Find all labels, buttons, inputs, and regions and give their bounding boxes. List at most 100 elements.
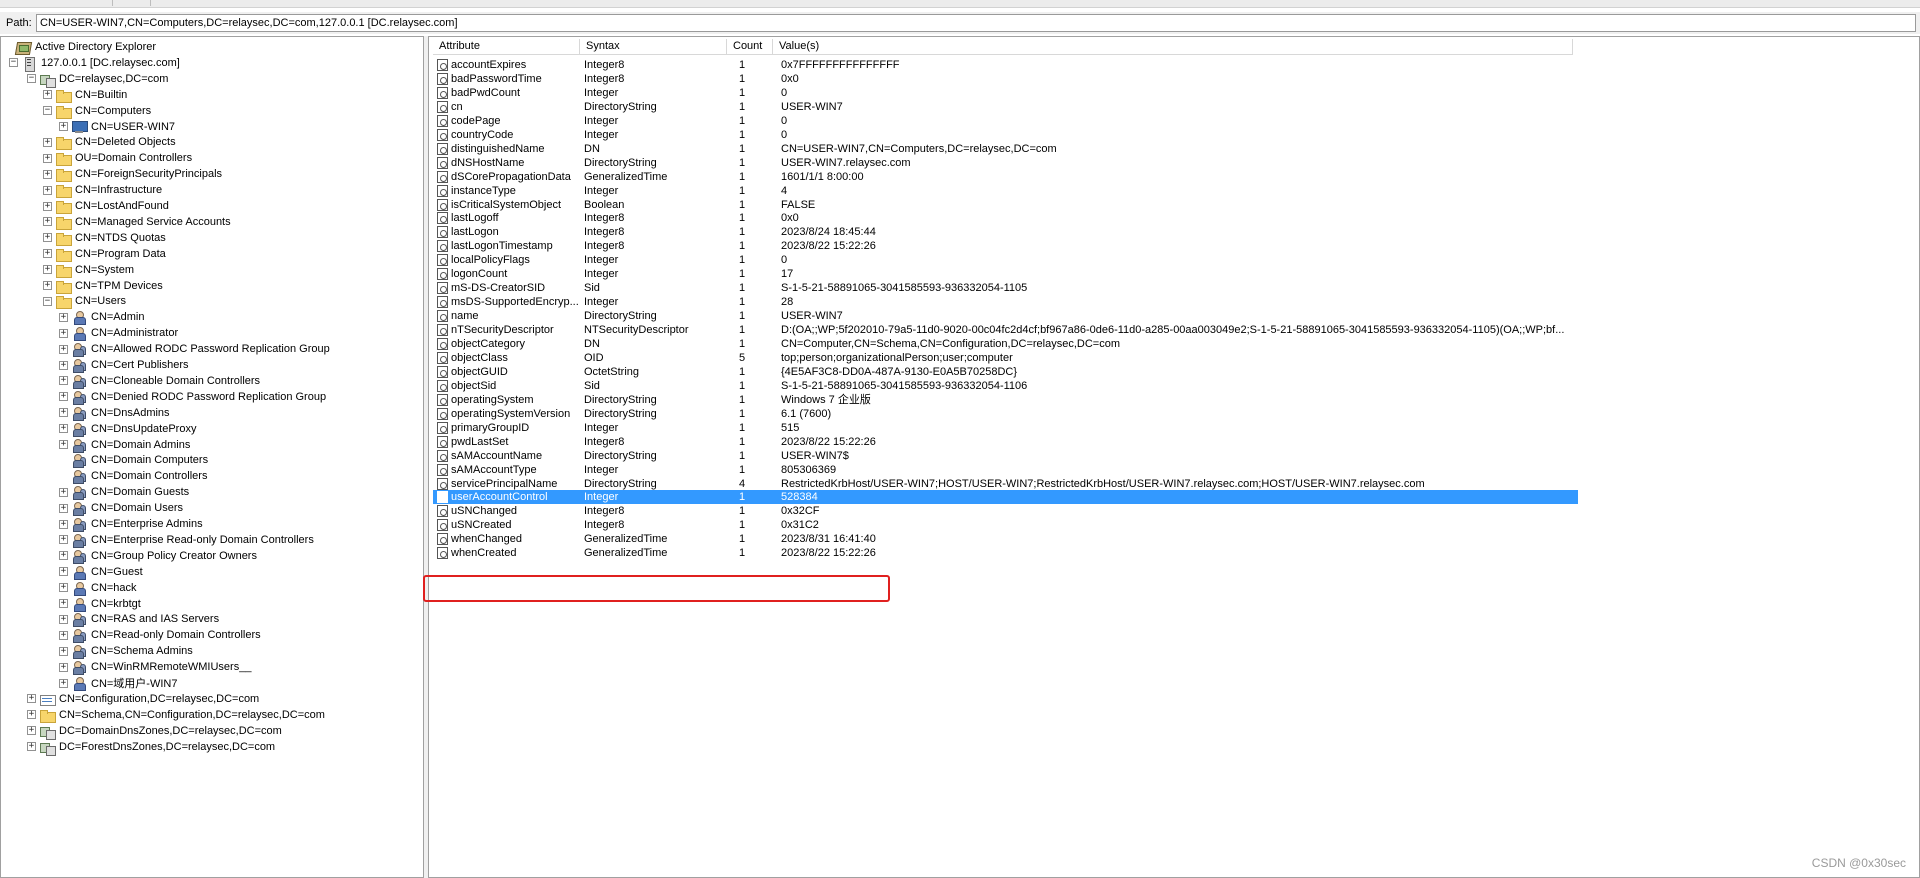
tree-item[interactable]: + CN=Allowed RODC Password Replication Gr… — [59, 341, 330, 358]
expand-icon[interactable]: + — [59, 392, 68, 402]
tree-item[interactable]: + CN=Denied RODC Password Replication Gro… — [59, 389, 326, 405]
tree-item[interactable]: + CN=Cert Publishers — [59, 357, 189, 373]
expand-icon[interactable]: + — [59, 662, 68, 672]
table-row[interactable]: badPwdCount Integer 1 0 — [433, 86, 1919, 100]
expand-icon[interactable]: + — [59, 535, 68, 545]
tree-item[interactable]: + CN=hack — [59, 580, 137, 596]
collapse-icon[interactable]: − — [9, 58, 18, 68]
expand-icon[interactable]: + — [43, 185, 52, 195]
expand-icon[interactable]: + — [59, 122, 68, 131]
path-input[interactable]: CN=USER-WIN7,CN=Computers,DC=relaysec,DC… — [36, 14, 1916, 32]
expand-icon[interactable]: + — [59, 312, 68, 322]
column-header-syntax[interactable]: Syntax — [580, 39, 727, 55]
table-row[interactable]: badPasswordTime Integer8 1 0x0 — [433, 72, 1919, 86]
table-row[interactable]: dNSHostName DirectoryString 1 USER-WIN7.rel… — [433, 156, 1919, 170]
table-row[interactable]: operatingSystemVersion DirectoryString 1 6.… — [433, 407, 1919, 421]
expand-icon[interactable]: + — [27, 694, 36, 704]
tree-item[interactable]: − 127.0.0.1 [DC.relaysec.com] — [9, 55, 180, 72]
table-row[interactable]: uSNChanged Integer8 1 0x32CF — [433, 504, 1919, 518]
table-row[interactable]: msDS-SupportedEncryp... Integer 1 28 — [433, 295, 1919, 309]
expand-icon[interactable]: + — [43, 169, 52, 179]
tree-item[interactable]: + CN=Enterprise Admins — [59, 516, 203, 532]
column-header-values[interactable]: Value(s) — [773, 39, 1573, 55]
expand-icon[interactable]: + — [27, 726, 36, 736]
expand-icon[interactable]: + — [59, 519, 68, 529]
tree-item[interactable]: CN=Domain Controllers — [59, 468, 207, 485]
column-header-attribute[interactable]: Attribute — [433, 39, 580, 55]
tree-item[interactable]: + CN=Infrastructure — [43, 182, 162, 199]
expand-icon[interactable]: + — [43, 90, 52, 100]
expand-icon[interactable]: + — [59, 440, 68, 449]
tree-item[interactable]: + CN=Schema Admins — [59, 643, 193, 660]
table-row[interactable]: codePage Integer 1 0 — [433, 114, 1919, 128]
tree-item[interactable]: − CN=Users — [43, 293, 126, 310]
tree-item[interactable]: CN=Domain Computers — [59, 452, 208, 469]
table-row[interactable]: whenCreated GeneralizedTime 1 2023/8/22 15:… — [433, 546, 1919, 560]
tree-item[interactable]: + CN=Configuration,DC=relaysec,DC=com — [27, 691, 259, 707]
expand-icon[interactable]: + — [59, 408, 68, 418]
table-row[interactable]: primaryGroupID Integer 1 515 — [433, 421, 1919, 435]
table-row[interactable]: uSNCreated Integer8 1 0x31C2 — [433, 518, 1919, 532]
table-row[interactable]: distinguishedName DN 1 CN=USER-WIN7,CN=Comp… — [433, 142, 1919, 156]
expand-icon[interactable]: + — [43, 217, 52, 227]
expand-icon[interactable]: + — [59, 360, 68, 370]
tree-item[interactable]: + CN=Deleted Objects — [43, 134, 176, 151]
tree-item[interactable]: + CN=Builtin — [43, 87, 127, 103]
expand-icon[interactable]: + — [43, 233, 52, 243]
table-row[interactable]: dSCorePropagationData GeneralizedTime 1 160… — [433, 170, 1919, 184]
tree-item[interactable]: + CN=NTDS Quotas — [43, 230, 166, 246]
collapse-icon[interactable]: − — [43, 296, 52, 306]
expand-icon[interactable]: + — [43, 281, 52, 290]
tree-item[interactable]: + CN=Admin — [59, 309, 145, 326]
expand-icon[interactable]: + — [59, 678, 68, 688]
expand-icon[interactable]: + — [59, 503, 68, 513]
table-row-selected[interactable]: userAccountControl Integer 1 528384 — [433, 490, 1578, 505]
tree-item[interactable]: + CN=LostAndFound — [43, 198, 169, 214]
table-row[interactable]: instanceType Integer 1 4 — [433, 184, 1919, 198]
tree-item[interactable]: + CN=Administrator — [59, 325, 178, 342]
tree-item[interactable]: + CN=DnsAdmins — [59, 405, 170, 421]
table-row[interactable]: countryCode Integer 1 0 — [433, 128, 1919, 142]
tree-item[interactable]: + CN=域用户-WIN7 — [59, 675, 177, 691]
table-row[interactable]: objectSid Sid 1 S-1-5-21-58891065-304158559… — [433, 379, 1919, 393]
tree-item[interactable]: + CN=TPM Devices — [43, 278, 163, 294]
tree-item[interactable]: + CN=Domain Users — [59, 500, 183, 517]
expand-icon[interactable]: + — [43, 201, 52, 211]
attribute-list-pane[interactable]: Attribute Syntax Count Value(s) accountE… — [428, 36, 1920, 878]
tree-item[interactable]: Active Directory Explorer — [3, 39, 156, 55]
table-row[interactable]: sAMAccountType Integer 1 805306369 — [433, 463, 1919, 477]
table-row[interactable]: servicePrincipalName DirectoryString 4 Rest… — [433, 477, 1919, 491]
expand-icon[interactable]: + — [59, 614, 68, 624]
expand-icon[interactable]: + — [59, 376, 68, 386]
tree-item[interactable]: + CN=Enterprise Read-only Domain Controll… — [59, 532, 314, 548]
expand-icon[interactable]: + — [59, 567, 68, 577]
tree-item[interactable]: + DC=ForestDnsZones,DC=relaysec,DC=com — [27, 739, 275, 756]
table-row[interactable]: objectCategory DN 1 CN=Computer,CN=Schema,C… — [433, 337, 1919, 351]
column-header-count[interactable]: Count — [727, 39, 773, 55]
table-row[interactable]: sAMAccountName DirectoryString 1 USER-WIN7$ — [433, 449, 1919, 463]
table-row[interactable]: lastLogon Integer8 1 2023/8/24 18:45:44 — [433, 225, 1919, 239]
table-row[interactable]: isCriticalSystemObject Boolean 1 FALSE — [433, 198, 1919, 212]
table-row[interactable]: whenChanged GeneralizedTime 1 2023/8/31 16:… — [433, 532, 1919, 546]
collapse-icon[interactable]: − — [43, 106, 52, 116]
expand-icon[interactable]: + — [43, 265, 52, 275]
tree-item[interactable]: + CN=DnsUpdateProxy — [59, 421, 196, 437]
tree-item[interactable]: + CN=Group Policy Creator Owners — [59, 548, 257, 564]
expand-icon[interactable]: + — [59, 646, 68, 656]
table-row[interactable]: logonCount Integer 1 17 — [433, 267, 1919, 281]
expand-icon[interactable]: + — [59, 328, 68, 338]
expand-icon[interactable]: + — [43, 137, 52, 147]
table-row[interactable]: accountExpires Integer8 1 0x7FFFFFFFFFFFFFF… — [433, 58, 1919, 72]
table-row[interactable]: operatingSystem DirectoryString 1 Windows 7… — [433, 393, 1919, 407]
table-row[interactable]: pwdLastSet Integer8 1 2023/8/22 15:22:26 — [433, 435, 1919, 449]
expand-icon[interactable]: + — [43, 153, 52, 163]
expand-icon[interactable]: + — [59, 487, 68, 497]
table-row[interactable]: nTSecurityDescriptor NTSecurityDescriptor… — [433, 323, 1919, 337]
tree-item[interactable]: − CN=Computers — [43, 103, 151, 119]
tree-item[interactable]: + CN=Program Data — [43, 246, 166, 262]
tree-item[interactable]: + CN=ForeignSecurityPrincipals — [43, 166, 222, 183]
expand-icon[interactable]: + — [59, 344, 68, 354]
table-row[interactable]: cn DirectoryString 1 USER-WIN7 — [433, 100, 1919, 114]
tree-item[interactable]: + CN=Managed Service Accounts — [43, 214, 231, 230]
tree-item[interactable]: + OU=Domain Controllers — [43, 150, 192, 167]
